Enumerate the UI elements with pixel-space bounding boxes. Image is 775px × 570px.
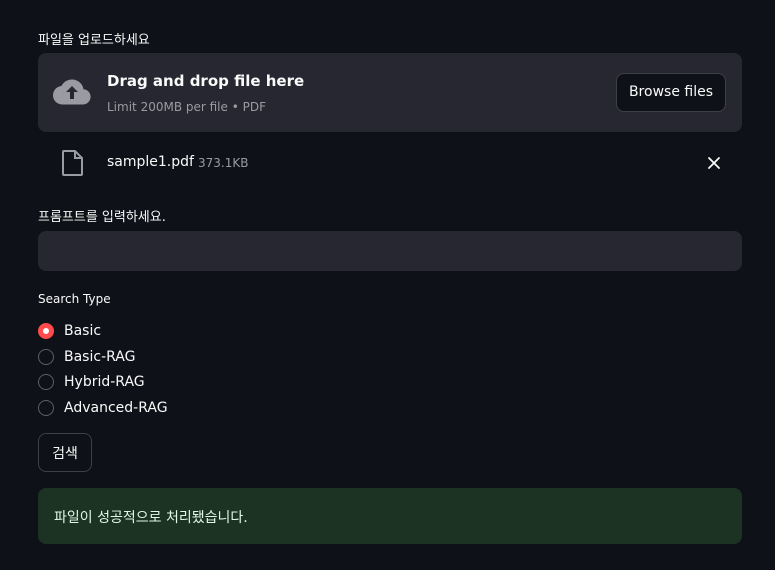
search-type-radio-group: Basic Basic-RAG Hybrid-RAG Advanced-RAG (38, 318, 168, 421)
prompt-input[interactable] (38, 231, 742, 271)
file-size: 373.1KB (198, 156, 249, 170)
radio-label: Basic-RAG (64, 348, 136, 365)
file-icon (62, 150, 83, 176)
radio-option-hybrid-rag[interactable]: Hybrid-RAG (38, 369, 168, 395)
dropzone-title: Drag and drop file here (107, 72, 305, 90)
search-button[interactable]: 검색 (38, 433, 92, 472)
close-icon[interactable] (704, 153, 724, 173)
search-type-label: Search Type (38, 292, 111, 306)
file-name: sample1.pdf (107, 154, 194, 170)
radio-option-basic-rag[interactable]: Basic-RAG (38, 344, 168, 370)
cloud-upload-icon (53, 79, 91, 105)
success-message: 파일이 성공적으로 처리됐습니다. (54, 510, 248, 526)
radio-option-basic[interactable]: Basic (38, 318, 168, 344)
radio-unselected-icon[interactable] (38, 399, 54, 416)
radio-label: Hybrid-RAG (64, 374, 145, 391)
success-alert: 파일이 성공적으로 처리됐습니다. (38, 488, 742, 544)
radio-label: Advanced-RAG (64, 399, 168, 416)
radio-selected-icon[interactable] (38, 322, 54, 339)
radio-option-advanced-rag[interactable]: Advanced-RAG (38, 395, 168, 421)
browse-files-button[interactable]: Browse files (615, 73, 726, 112)
uploaded-file-row: sample1.pdf 373.1KB (38, 145, 742, 181)
dropzone-limit-text: Limit 200MB per file • PDF (107, 100, 266, 114)
prompt-label: 프롬프트를 입력하세요. (38, 210, 166, 225)
uploader-label: 파일을 업로드하세요 (38, 33, 150, 48)
radio-unselected-icon[interactable] (38, 348, 54, 365)
radio-label: Basic (64, 322, 102, 339)
radio-unselected-icon[interactable] (38, 374, 54, 391)
file-dropzone[interactable]: Drag and drop file here Limit 200MB per … (38, 53, 742, 132)
